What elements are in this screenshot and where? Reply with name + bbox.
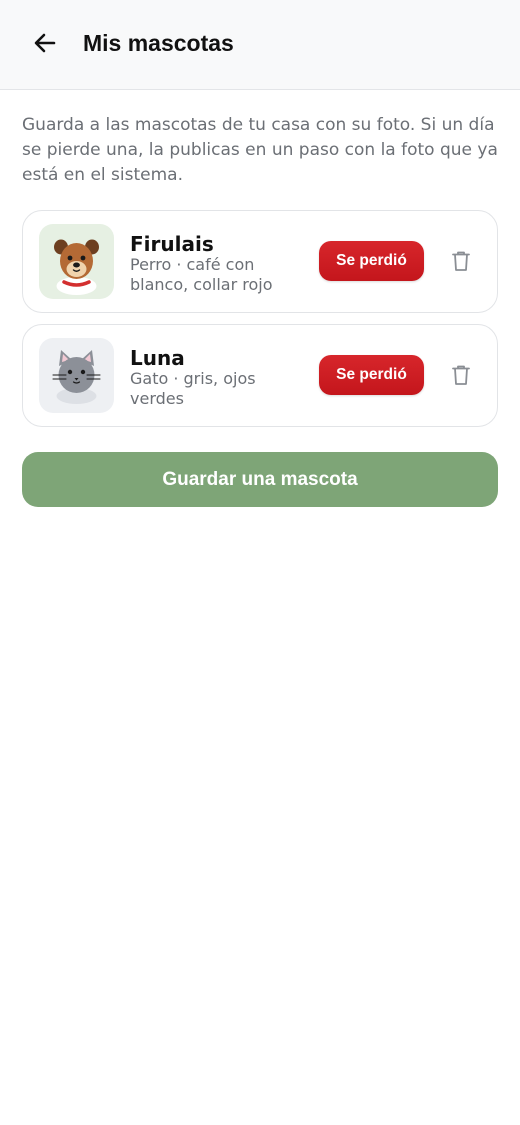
pet-card: Firulais Perro · café con blanco, collar…: [22, 210, 498, 313]
trash-icon: [452, 251, 470, 271]
pet-description: Perro · café con blanco, collar rojo: [130, 255, 273, 294]
arrow-left-icon: [34, 33, 56, 53]
pet-name: Firulais: [130, 232, 214, 256]
delete-pet-button[interactable]: [447, 361, 475, 389]
pet-photo: [39, 224, 114, 299]
page-title: Mis mascotas: [83, 30, 234, 56]
trash-icon: [452, 365, 470, 385]
report-lost-button[interactable]: Se perdió: [319, 241, 424, 281]
pet-name: Luna: [130, 346, 185, 370]
intro-text: Guarda a las mascotas de tu casa con su …: [22, 115, 498, 185]
back-button[interactable]: [26, 24, 64, 62]
cat-icon: [52, 350, 101, 404]
pet-photo: [39, 338, 114, 413]
pet-description: Gato · gris, ojos verdes: [130, 369, 256, 408]
dog-icon: [54, 239, 99, 295]
app-header: Mis mascotas: [0, 0, 520, 90]
save-pet-button[interactable]: Guardar una mascota: [22, 452, 498, 507]
report-lost-button[interactable]: Se perdió: [319, 355, 424, 395]
pet-card: Luna Gato · gris, ojos verdes Se perdió: [22, 324, 498, 427]
delete-pet-button[interactable]: [447, 247, 475, 275]
